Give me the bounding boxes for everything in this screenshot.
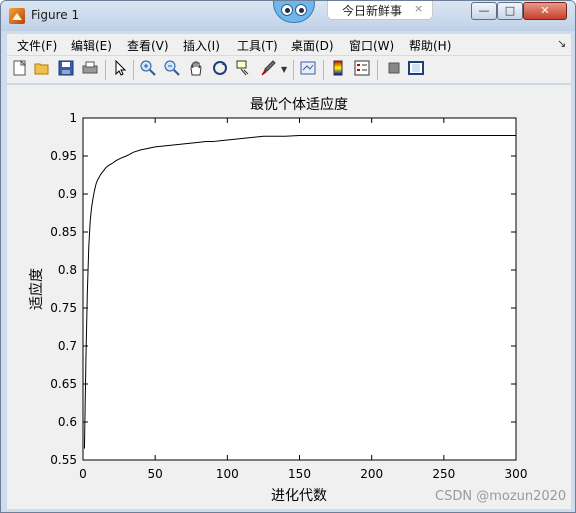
rotate-3d-icon[interactable] — [211, 60, 229, 78]
menu-edit[interactable]: 编辑(E) — [71, 37, 112, 54]
owl-mascot-icon[interactable] — [273, 1, 315, 23]
y-tick-label: 0.95 — [50, 149, 77, 163]
chart-title: 最优个体适应度 — [250, 96, 348, 113]
maximize-button[interactable]: □ — [497, 2, 523, 20]
show-plot-tools-icon[interactable] — [407, 60, 425, 78]
toolbar-separator — [323, 60, 324, 80]
toolbar-separator — [105, 60, 106, 80]
y-tick-label: 1 — [69, 111, 77, 125]
close-button[interactable]: ✕ — [523, 2, 567, 20]
figure-toolbar: ▼ — [7, 56, 571, 84]
menu-file[interactable]: 文件(F) — [17, 37, 57, 54]
csdn-watermark: CSDN @mozun2020 — [435, 489, 567, 504]
open-file-icon[interactable] — [33, 60, 51, 78]
matlab-app-icon — [9, 8, 25, 24]
figure-window: Figure 1 今日新鲜事 × — □ ✕ 文件(F) 编辑(E) 查看(V)… — [0, 0, 576, 513]
window-title: Figure 1 — [31, 8, 80, 22]
line-chart[interactable]: 0.55 0.6 0.65 0.7 0.75 0.8 0.85 0.9 0.95 1 0 50 100… — [7, 85, 571, 509]
print-icon[interactable] — [81, 60, 99, 78]
owl-left-eye — [281, 4, 293, 16]
axes-box[interactable] — [82, 117, 517, 461]
y-tick-label: 0.7 — [58, 339, 77, 353]
select-arrow-icon[interactable] — [111, 59, 129, 78]
toolbar-separator — [293, 60, 294, 80]
y-axis-label: 适应度 — [28, 268, 45, 310]
figure-canvas: 0.55 0.6 0.65 0.7 0.75 0.8 0.85 0.9 0.95 1 0 50 100… — [7, 85, 571, 509]
toolbar-separator — [377, 60, 378, 80]
legend-icon[interactable] — [353, 60, 371, 78]
x-tick-label: 150 — [288, 467, 311, 481]
y-tick-labels: 0.55 0.6 0.65 0.7 0.75 0.8 0.85 0.9 0.95 1 — [50, 111, 77, 467]
hide-plot-tools-icon[interactable] — [385, 60, 403, 78]
pan-hand-icon[interactable] — [187, 60, 205, 78]
link-plot-icon[interactable] — [299, 60, 317, 78]
y-tick-label: 0.85 — [50, 225, 77, 239]
menu-tools[interactable]: 工具(T) — [237, 37, 278, 54]
y-tick-label: 0.8 — [58, 263, 77, 277]
brush-dropdown-icon[interactable]: ▼ — [281, 65, 287, 74]
menu-window[interactable]: 窗口(W) — [349, 37, 394, 54]
brush-icon[interactable] — [259, 60, 277, 78]
new-figure-icon[interactable] — [11, 59, 29, 78]
x-tick-label: 50 — [148, 467, 163, 481]
x-axis-label: 进化代数 — [271, 488, 327, 504]
y-tick-label: 0.65 — [50, 377, 77, 391]
menu-help[interactable]: 帮助(H) — [409, 37, 451, 54]
x-tick-label: 0 — [79, 467, 87, 481]
news-popup-close-icon[interactable]: × — [414, 2, 423, 15]
x-tick-label: 300 — [505, 467, 528, 481]
minimize-button[interactable]: — — [471, 2, 497, 20]
menu-view[interactable]: 查看(V) — [127, 37, 169, 54]
zoom-out-icon[interactable] — [163, 60, 181, 78]
y-tick-label: 0.55 — [50, 453, 77, 467]
menu-dock-arrow-icon[interactable]: ↘ — [557, 37, 566, 50]
title-bar[interactable]: Figure 1 今日新鲜事 × — □ ✕ — [1, 1, 575, 31]
owl-right-eye — [295, 4, 307, 16]
news-popup-tab[interactable]: 今日新鲜事 × — [327, 1, 433, 20]
menu-desktop[interactable]: 桌面(D) — [291, 37, 334, 54]
news-popup-label[interactable]: 今日新鲜事 — [342, 2, 402, 19]
x-tick-labels: 0 50 100 150 200 250 300 — [79, 467, 527, 481]
colorbar-icon[interactable] — [329, 60, 347, 78]
save-icon[interactable] — [57, 60, 75, 78]
x-tick-label: 250 — [432, 467, 455, 481]
menu-insert[interactable]: 插入(I) — [183, 37, 220, 54]
y-tick-label: 0.75 — [50, 301, 77, 315]
data-cursor-icon[interactable] — [235, 60, 253, 78]
zoom-in-icon[interactable] — [139, 60, 157, 78]
x-tick-label: 100 — [216, 467, 239, 481]
y-tick-label: 0.9 — [58, 187, 77, 201]
y-tick-label: 0.6 — [58, 415, 77, 429]
menu-bar: 文件(F) 编辑(E) 查看(V) 插入(I) 工具(T) 桌面(D) 窗口(W… — [7, 33, 571, 55]
x-tick-label: 200 — [360, 467, 383, 481]
toolbar-separator — [133, 60, 134, 80]
